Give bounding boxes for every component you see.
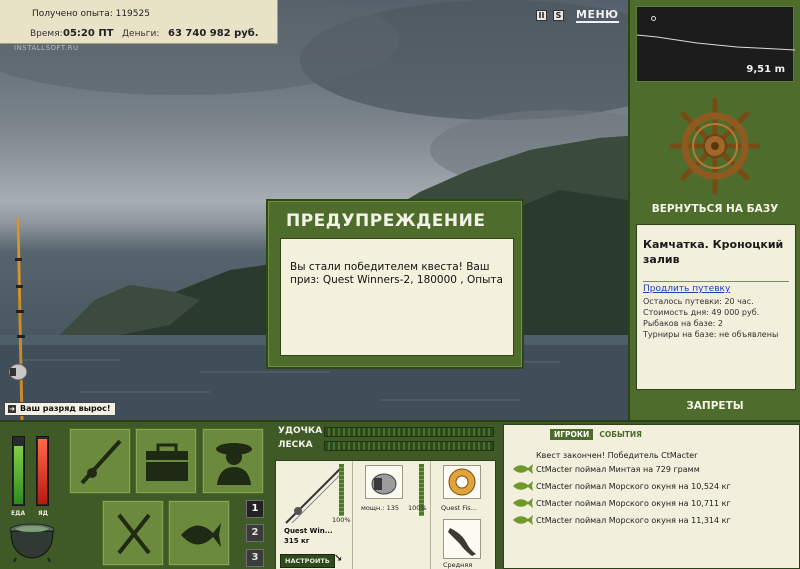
depth-value: 9,51 m bbox=[746, 64, 785, 75]
fish-icon bbox=[513, 464, 533, 474]
page-1-button[interactable]: 1 bbox=[246, 500, 264, 518]
arrow-right-icon: ➜ bbox=[8, 405, 16, 413]
status-meters: ЕДА ЯД bbox=[4, 428, 58, 517]
food-meter bbox=[12, 436, 25, 506]
top-controls: II S МЕНЮ bbox=[536, 8, 619, 23]
character-tile[interactable] bbox=[202, 428, 264, 494]
line-spool-icon bbox=[448, 468, 476, 496]
reel-power: мощн.: 135 bbox=[361, 504, 399, 512]
line-name: Quest Fis... bbox=[441, 504, 477, 512]
fish-icon bbox=[513, 481, 533, 491]
experience-text: Получено опыта: 119525 bbox=[32, 9, 150, 19]
page-3-button[interactable]: 3 bbox=[246, 549, 264, 567]
rod-bar bbox=[324, 427, 494, 437]
bait-thumbnail bbox=[443, 519, 481, 559]
bait-name: Средняя bbox=[443, 561, 473, 569]
location-info-line: Рыбаков на базе: 2 bbox=[643, 319, 723, 328]
menu-button[interactable]: МЕНЮ bbox=[576, 8, 619, 23]
rods-tile[interactable] bbox=[69, 428, 131, 494]
fish-icon bbox=[513, 515, 533, 525]
tackle-box-icon bbox=[146, 443, 188, 481]
watermark: INSTALLSOFT.RU bbox=[14, 44, 79, 52]
knife-fork-icon bbox=[117, 513, 151, 555]
return-to-base-button[interactable]: ВЕРНУТЬСЯ НА БАЗУ bbox=[630, 203, 800, 215]
tab-players[interactable]: ИГРОКИ bbox=[550, 429, 594, 440]
reel-thumbnail bbox=[365, 465, 403, 499]
poison-meter bbox=[36, 436, 49, 506]
rank-up-notice[interactable]: ➜ Ваш разряд вырос! bbox=[4, 402, 116, 416]
extend-voucher-link[interactable]: Продлить путевку bbox=[643, 281, 789, 294]
money-value: 63 740 982 руб. bbox=[168, 28, 259, 39]
time-value: 05:20 ПТ bbox=[63, 28, 114, 39]
events-tabs: ИГРОКИ СОБЫТИЯ bbox=[550, 429, 644, 440]
dialog-title: ПРЕДУПРЕЖДЕНИЕ bbox=[286, 211, 486, 231]
events-panel: ИГРОКИ СОБЫТИЯ Квест закончен! Победител… bbox=[503, 424, 800, 569]
line-label: ЛЕСКА bbox=[278, 440, 313, 450]
dialog-message: Вы стали победителем квеста! Ваш приз: Q… bbox=[290, 261, 503, 286]
event-item: CtMacter поймал Морского окуня на 11,314… bbox=[536, 516, 731, 525]
tune-button[interactable]: НАСТРОИТЬ bbox=[280, 554, 335, 568]
food-label: ЕДА bbox=[11, 510, 26, 517]
tab-events[interactable]: СОБЫТИЯ bbox=[597, 429, 644, 440]
cooking-pot-icon[interactable] bbox=[6, 518, 58, 562]
line-bait-slot[interactable]: Quest Fis... Средняя bbox=[431, 461, 497, 569]
fishing-rod-icon bbox=[80, 439, 122, 485]
rod-weight: 315 кг bbox=[284, 537, 310, 545]
location-info-line: Осталось путевки: 20 час. bbox=[643, 297, 754, 306]
reel-percent: 100% bbox=[408, 504, 427, 512]
pause-icon[interactable]: II bbox=[536, 10, 547, 21]
tackle-panel: 100% Quest Win... 315 кг НАСТРОИТЬ ↘ мощ… bbox=[275, 460, 496, 569]
reel-slot[interactable]: мощн.: 135 100% bbox=[353, 461, 431, 569]
time-label: Время: bbox=[30, 29, 63, 39]
ship-wheel-icon[interactable] bbox=[670, 96, 760, 196]
event-item: Квест закончен! Победитель CtMacter bbox=[536, 451, 698, 460]
fish-icon bbox=[513, 498, 533, 508]
warning-dialog[interactable]: ПРЕДУПРЕЖДЕНИЕ Вы стали победителем квес… bbox=[266, 199, 524, 369]
sound-icon[interactable]: S bbox=[553, 10, 564, 21]
rod-slot[interactable]: 100% Quest Win... 315 кг НАСТРОИТЬ ↘ bbox=[276, 461, 353, 569]
page-2-button[interactable]: 2 bbox=[246, 524, 264, 542]
dialog-message-box: Вы стали победителем квеста! Ваш приз: Q… bbox=[280, 238, 514, 356]
location-title: Камчатка. Кроноцкий залив bbox=[643, 238, 784, 266]
depth-gauge: 9,51 m bbox=[636, 6, 795, 82]
event-item: CtMacter поймал Морского окуня на 10,711… bbox=[536, 499, 731, 508]
catch-tile[interactable] bbox=[168, 500, 230, 566]
tacklebox-tile[interactable] bbox=[135, 428, 197, 494]
reel-icon bbox=[371, 473, 397, 495]
money-label: Деньги: bbox=[122, 29, 160, 39]
fisherman-icon bbox=[216, 443, 252, 485]
poison-label: ЯД bbox=[38, 510, 48, 517]
line-thumbnail bbox=[443, 465, 481, 499]
rank-up-text: Ваш разряд вырос! bbox=[20, 404, 111, 413]
food-tile[interactable] bbox=[102, 500, 164, 566]
rod-percent: 100% bbox=[332, 516, 351, 524]
player-stats-panel: Получено опыта: 119525 Время: 05:20 ПТ Д… bbox=[0, 0, 278, 44]
event-item: CtMacter поймал Минтая на 729 грамм bbox=[536, 465, 700, 474]
event-item: CtMacter поймал Морского окуня на 10,524… bbox=[536, 482, 731, 491]
location-info-line: Турниры на базе: не объявлены bbox=[643, 330, 779, 339]
rod-condition-bar bbox=[339, 464, 344, 516]
bait-icon bbox=[448, 528, 476, 556]
location-info-card: Камчатка. Кроноцкий залив Продлить путев… bbox=[636, 224, 796, 390]
arrow-icon: ↘ bbox=[334, 553, 343, 564]
line-bar bbox=[324, 441, 494, 451]
fish-icon bbox=[181, 523, 221, 547]
location-info-line: Стоимость дня: 49 000 руб. bbox=[643, 308, 760, 317]
rod-name: Quest Win... bbox=[284, 527, 333, 535]
bans-button[interactable]: ЗАПРЕТЫ bbox=[630, 400, 800, 412]
right-panel: 9,51 m ВЕРНУТЬСЯ НА БАЗУ Камчатка. Кроно… bbox=[628, 0, 800, 420]
rod-label: УДОЧКА bbox=[278, 426, 323, 436]
